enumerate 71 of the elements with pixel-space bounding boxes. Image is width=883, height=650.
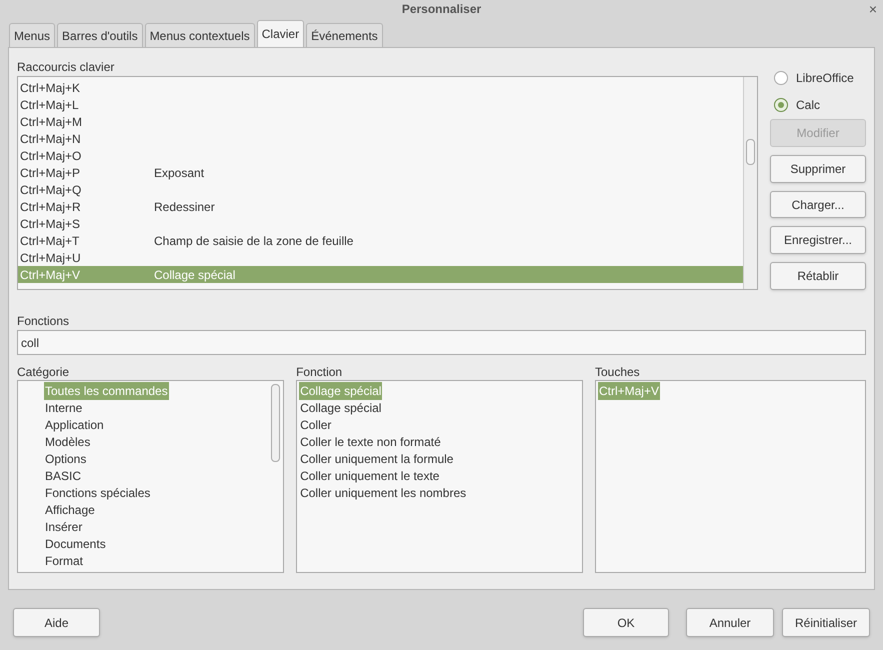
side-button[interactable]: Rétablir [770,262,866,290]
shortcut-row[interactable]: Ctrl+Maj+P Exposant [18,164,743,181]
tab[interactable]: Menus [9,23,56,47]
scrollbar[interactable] [743,77,757,289]
list-item[interactable]: Options [44,450,88,468]
shortcut-key: Ctrl+Maj+V [20,266,154,284]
shortcut-key: Ctrl+Maj+U [20,248,154,266]
radio-label[interactable]: LibreOffice [796,68,854,87]
shortcut-key: Ctrl+Maj+R [20,198,154,216]
shortcut-key: Ctrl+Maj+O [20,146,154,164]
list-item[interactable]: Affichage [44,500,96,518]
dialog-button[interactable]: OK [583,608,669,637]
shortcut-row[interactable]: Ctrl+Maj+Q [18,181,743,198]
scroll-thumb[interactable] [271,384,280,462]
shortcut-row[interactable]: Ctrl+Maj+U [18,249,743,266]
list-item[interactable]: Format [44,552,84,570]
list-item[interactable]: Coller [299,416,332,434]
window-title: Personnaliser [402,1,482,17]
shortcut-command: Champ de saisie de la zone de feuille [154,232,354,250]
list-item[interactable]: BASIC [44,466,82,484]
shortcut-key: Ctrl+Maj+K [20,78,154,96]
tab[interactable]: Barres d'outils [57,23,143,47]
column-label: Catégorie [17,364,70,380]
section-label: Fonctions [17,313,70,330]
radio-label[interactable]: Calc [796,96,820,114]
shortcut-key: Ctrl+Maj+N [20,130,154,148]
list-item[interactable]: Modèles [44,432,92,450]
shortcut-row[interactable]: Ctrl+Maj+O [18,147,743,164]
shortcut-row[interactable]: Ctrl+Maj+K [18,79,743,96]
dialog-button[interactable]: Aide [13,608,100,637]
scroll-thumb[interactable] [746,139,755,165]
tab[interactable]: Événements [306,23,383,47]
column-label: Touches [594,364,641,380]
shortcut-row[interactable]: Ctrl+Maj+L [18,96,743,113]
list-item[interactable]: Insérer [44,518,84,536]
side-button[interactable]: Charger... [770,190,866,218]
search-field[interactable]: coll [17,330,866,355]
shortcut-key: Ctrl+Maj+T [20,232,154,250]
list-item[interactable]: Collage spécial [299,398,382,416]
list-item[interactable]: Coller uniquement les nombres [299,484,468,502]
tab[interactable]: Clavier [256,20,304,47]
radio-button[interactable] [774,70,788,85]
radio-button[interactable] [774,98,788,112]
list-item[interactable]: Fonctions spéciales [44,484,152,502]
side-button[interactable]: Enregistrer... [770,226,866,254]
shortcut-key: Ctrl+Maj+P [20,164,154,182]
shortcut-key: Ctrl+Maj+M [20,112,154,130]
close-button[interactable]: × [868,1,877,17]
side-button[interactable]: Supprimer [770,155,866,183]
list-item[interactable]: Application [44,416,105,434]
list-item[interactable]: Interne [44,398,84,416]
list-item[interactable]: Documents [44,534,107,552]
section-label: Raccourcis clavier [17,59,116,76]
shortcut-key: Ctrl+Maj+L [20,96,154,114]
dialog-button[interactable]: Annuler [686,608,774,637]
list-item[interactable]: Coller uniquement la formule [299,450,454,468]
shortcut-key: Ctrl+Maj+Q [20,180,154,198]
column-label: Fonction [296,364,344,380]
list-item[interactable]: Coller le texte non formaté [299,432,442,450]
dialog-button[interactable]: Réinitialiser [782,608,870,637]
shortcut-row[interactable]: Ctrl+Maj+R Redessiner [18,198,743,215]
tab[interactable]: Menus contextuels [144,23,255,47]
shortcut-row[interactable]: Ctrl+Maj+S [18,215,743,232]
shortcut-row[interactable]: Ctrl+Maj+T Champ de saisie de la zone de feuille [18,232,743,249]
shortcut-row[interactable]: Ctrl+Maj+M [18,113,743,130]
shortcut-command: Exposant [154,164,204,182]
shortcut-command: Collage spécial [154,266,236,284]
shortcut-key: Ctrl+Maj+S [20,214,154,232]
shortcut-command: Redessiner [154,198,215,216]
shortcut-row[interactable]: Ctrl+Maj+N [18,130,743,147]
list-item[interactable]: Coller uniquement le texte [299,466,440,484]
